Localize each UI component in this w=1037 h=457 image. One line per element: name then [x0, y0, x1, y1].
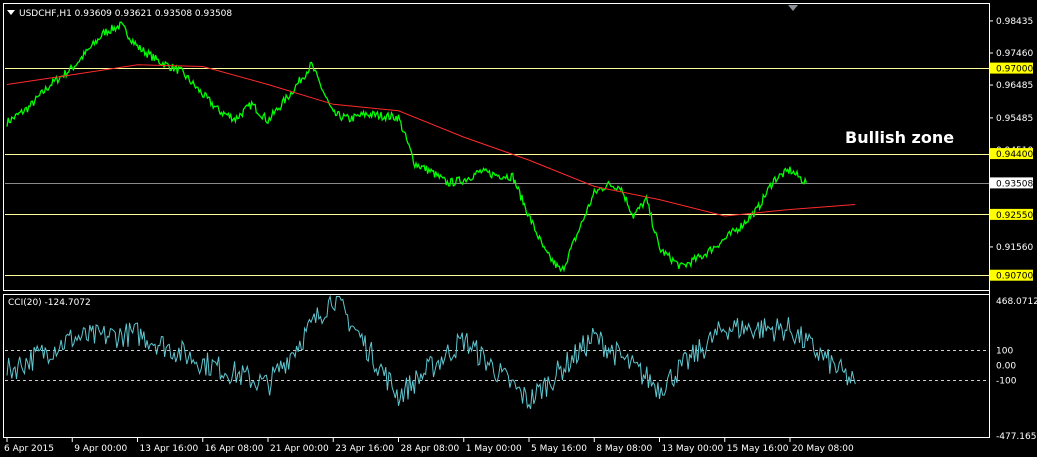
- bullish-zone-label: Bullish zone: [845, 128, 954, 147]
- level-price-label: 0.90700: [996, 272, 1033, 282]
- time-tick-label: 9 Apr 00:00: [74, 444, 127, 454]
- moving-average-line: [6, 64, 856, 217]
- cci-title: CCI(20) -124.7072: [8, 298, 91, 308]
- level-price-label: 0.97000: [996, 65, 1033, 75]
- time-tick-label: 5 May 16:00: [531, 444, 587, 454]
- price-tick-label: 0.97460: [996, 49, 1033, 59]
- time-tick-label: 15 May 16:00: [727, 444, 789, 454]
- time-tick-label: 16 Apr 08:00: [205, 444, 264, 454]
- level-price-label: 0.94400: [996, 150, 1033, 160]
- time-tick-label: 13 Apr 16:00: [140, 444, 199, 454]
- price-tick-label: 0.95485: [996, 114, 1033, 124]
- cci-tick-label: -100: [996, 376, 1017, 386]
- price-tick-label: 0.98435: [996, 17, 1033, 27]
- level-price-label: 0.92550: [996, 211, 1033, 221]
- chart-window: 0.984350.974600.964850.954850.945100.935…: [3, 3, 1037, 454]
- cci-line: [6, 294, 856, 410]
- current-price-label: 0.93508: [996, 179, 1033, 189]
- time-tick-label: 21 Apr 00:00: [270, 444, 329, 454]
- collapse-triangle-icon[interactable]: [7, 10, 15, 15]
- time-tick-label: 1 May 00:00: [466, 444, 522, 454]
- price-tick-label: 0.96485: [996, 81, 1033, 91]
- time-tick-label: 23 Apr 16:00: [335, 444, 394, 454]
- main-chart-frame: [3, 3, 990, 291]
- price-tick-label: 0.91560: [996, 243, 1033, 253]
- time-tick-label: 6 Apr 2015: [4, 444, 54, 454]
- cci-tick-label: -477.1659: [996, 432, 1037, 442]
- price-line: [6, 21, 807, 273]
- time-tick-label: 28 Apr 08:00: [401, 444, 460, 454]
- time-tick-label: 8 May 08:00: [596, 444, 652, 454]
- cci-tick-label: 100: [996, 346, 1013, 356]
- time-tick-label: 20 May 08:00: [792, 444, 854, 454]
- cci-tick-label: 0.00: [996, 361, 1016, 371]
- cci-tick-label: 468.0712: [996, 297, 1037, 307]
- time-tick-label: 13 May 00:00: [662, 444, 724, 454]
- chart-title: USDCHF,H1 0.93609 0.93621 0.93508 0.9350…: [19, 9, 232, 19]
- shift-marker-icon[interactable]: [788, 5, 798, 11]
